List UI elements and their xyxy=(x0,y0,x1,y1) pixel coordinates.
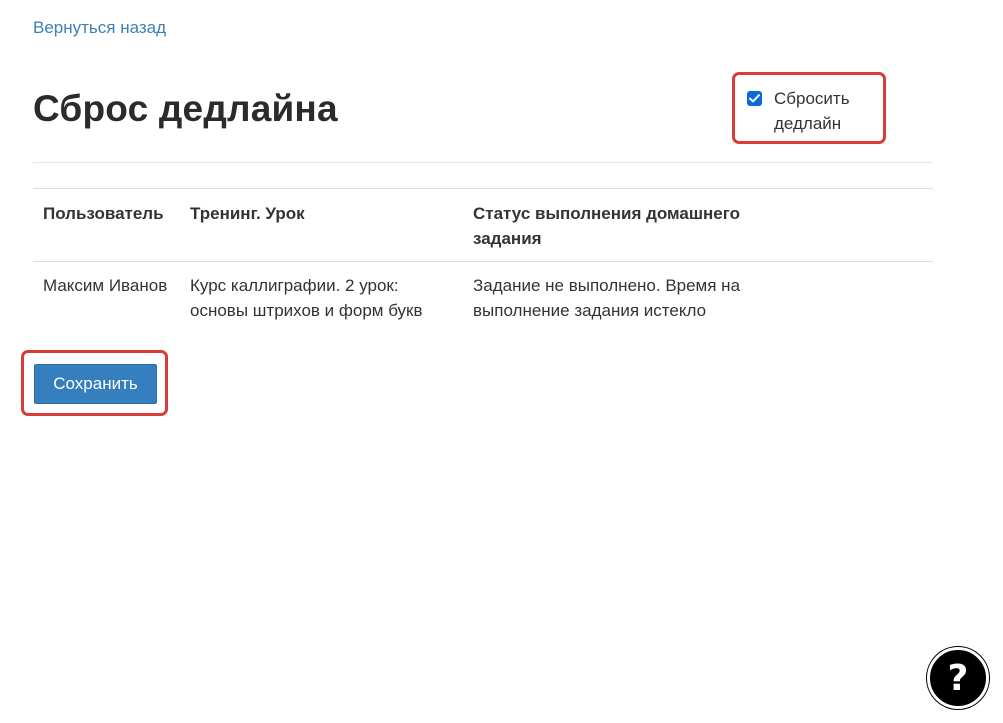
column-header-action xyxy=(769,189,933,262)
help-button[interactable]: ? xyxy=(927,647,989,709)
reset-deadline-highlight: Сбросить дедлайн xyxy=(732,72,886,144)
page-title: Сброс дедлайна xyxy=(33,88,338,129)
table-row: Максим Иванов Курс каллиграфии. 2 урок: … xyxy=(33,262,933,334)
title-divider xyxy=(33,162,933,163)
deadline-table: Пользователь Тренинг. Урок Статус выполн… xyxy=(33,188,933,333)
column-header-status: Статус выполнения домашнего задания xyxy=(473,204,740,248)
column-header-user: Пользователь xyxy=(43,204,164,223)
cell-reset xyxy=(769,262,933,334)
question-icon: ? xyxy=(947,657,969,699)
cell-training: Курс каллиграфии. 2 урок: основы штрихов… xyxy=(190,276,423,320)
reset-deadline-label: Сбросить дедлайн xyxy=(774,89,850,133)
cell-user: Максим Иванов xyxy=(43,276,168,295)
check-icon xyxy=(749,94,760,103)
reset-deadline-option[interactable]: Сбросить дедлайн xyxy=(747,75,874,136)
table-body: Максим Иванов Курс каллиграфии. 2 урок: … xyxy=(33,262,933,334)
table-header: Пользователь Тренинг. Урок Статус выполн… xyxy=(33,188,933,262)
reset-deadline-checkbox[interactable] xyxy=(747,91,762,106)
save-button[interactable]: Сохранить xyxy=(34,364,157,404)
save-button-highlight: Сохранить xyxy=(21,350,168,416)
table-header-row: Пользователь Тренинг. Урок Статус выполн… xyxy=(33,188,933,262)
cell-status: Задание не выполнено. Время на выполнени… xyxy=(473,276,741,320)
column-header-training: Тренинг. Урок xyxy=(190,204,305,223)
back-link[interactable]: Вернуться назад xyxy=(33,18,166,38)
deadline-table-wrapper: Пользователь Тренинг. Урок Статус выполн… xyxy=(33,188,933,333)
